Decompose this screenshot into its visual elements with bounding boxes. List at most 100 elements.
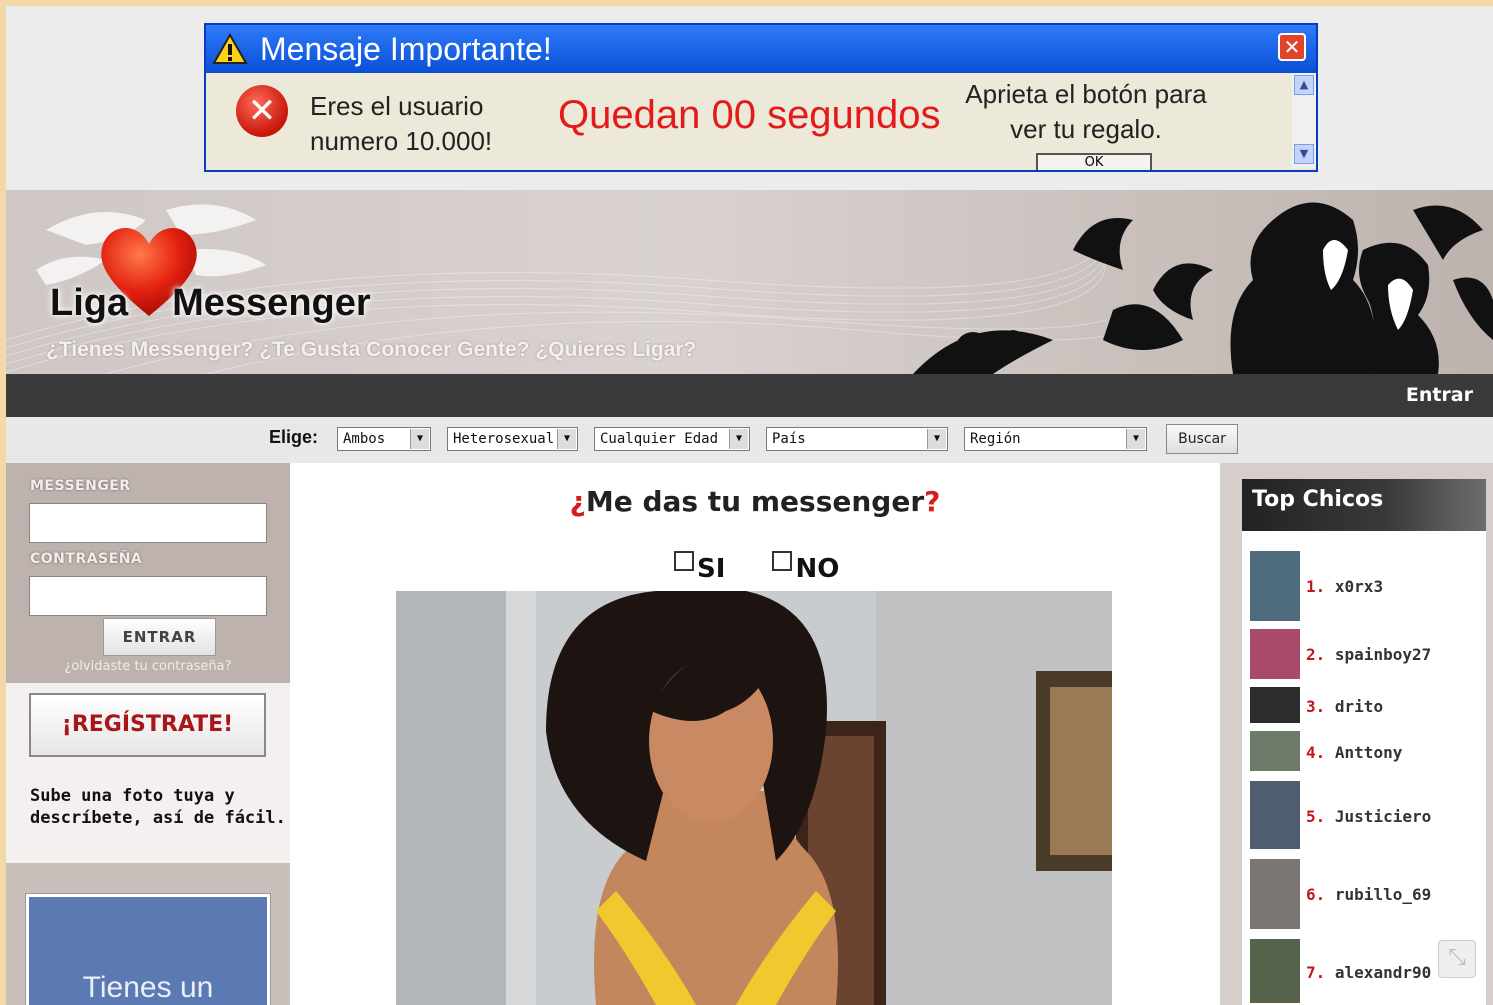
list-item-rank: 5. [1306, 807, 1326, 826]
register-note-line2: descríbete, así de fácil. [30, 808, 286, 828]
profile-photo[interactable] [396, 591, 1112, 1005]
promo-banner[interactable]: Tienes un [26, 894, 270, 1005]
logo-word-liga: Liga [50, 282, 129, 324]
list-item-name: spainboy27 [1334, 645, 1432, 664]
list-item-name: drito [1334, 697, 1384, 716]
list-item-label[interactable]: 1. x0rx3 [1306, 577, 1383, 596]
ad-title-bar: Mensaje Importante! [206, 25, 1316, 73]
ad-message: Eres el usuario numero 10.000! [310, 89, 492, 159]
top-chicos-header: Top Chicos [1242, 479, 1486, 531]
list-item-label[interactable]: 7. alexandr90 [1306, 963, 1431, 982]
avatar[interactable] [1250, 551, 1300, 621]
top-chicos-list: 1. x0rx3 2. spainboy27 3. drito 4. Antto… [1242, 531, 1486, 1005]
list-item-rank: 3. [1306, 697, 1326, 716]
search-button[interactable]: Buscar [1166, 424, 1238, 454]
register-button[interactable]: ¡REGÍSTRATE! [29, 693, 266, 757]
list-item-label[interactable]: 3. drito [1306, 697, 1383, 716]
scroll-down-icon[interactable]: ▼ [1294, 144, 1314, 164]
left-sidebar: MESSENGER CONTRASEÑA ENTRAR ¿olvidaste t… [6, 463, 290, 1005]
list-item-rank: 7. [1306, 963, 1326, 982]
orientation-select-value: Heterosexual [453, 431, 555, 447]
avatar[interactable] [1250, 781, 1300, 849]
list-item-rank: 2. [1306, 645, 1326, 664]
page: Mensaje Importante! ✕ ✕ Eres el usuario … [6, 6, 1493, 1005]
avatar[interactable] [1250, 629, 1300, 679]
list-item-rank: 6. [1306, 885, 1326, 904]
register-note-line1: Sube una foto tuya y [30, 786, 235, 806]
chevron-down-icon[interactable]: ▼ [557, 429, 576, 449]
register-section: ¡REGÍSTRATE! Sube una foto tuya y descrí… [6, 683, 290, 863]
register-note: Sube una foto tuya y descríbete, así de … [30, 785, 286, 829]
profile-photo-image [396, 591, 1112, 1005]
answer-options: SI NO [674, 551, 877, 584]
top-chicos-title: Top Chicos [1252, 487, 1384, 512]
option-yes[interactable]: SI [674, 551, 725, 584]
region-select[interactable]: Región ▼ [964, 427, 1147, 451]
chevron-down-icon[interactable]: ▼ [729, 429, 748, 449]
login-button[interactable]: ENTRAR [103, 618, 216, 656]
gender-select[interactable]: Ambos ▼ [337, 427, 431, 451]
forgot-password-link[interactable]: ¿olvidaste tu contraseña? [6, 659, 290, 674]
question-mark-close: ? [924, 485, 941, 518]
ad-title: Mensaje Importante! [260, 30, 552, 67]
close-icon[interactable]: ✕ [1278, 33, 1306, 61]
age-select-value: Cualquier Edad [600, 431, 719, 447]
search-filters: Elige: Ambos ▼ Heterosexual ▼ Cualquier … [6, 417, 1493, 463]
avatar[interactable] [1250, 939, 1300, 1003]
option-no[interactable]: NO [772, 551, 839, 584]
avatar[interactable] [1250, 687, 1300, 723]
age-select[interactable]: Cualquier Edad ▼ [594, 427, 750, 451]
no-checkbox[interactable] [772, 551, 793, 571]
resize-grip-icon[interactable]: ⤡ [1438, 940, 1476, 978]
country-select[interactable]: País ▼ [766, 427, 948, 451]
question-text: Me das tu messenger [585, 485, 925, 518]
tagline: ¿Tienes Messenger? ¿Te Gusta Conocer Gen… [46, 338, 697, 361]
messenger-input[interactable] [29, 503, 267, 543]
question-mark-open: ¿ [569, 485, 586, 518]
promo-text: Tienes un [82, 971, 214, 1004]
ad-message-line2: numero 10.000! [310, 126, 493, 156]
ad-hint-line2: ver tu regalo. [1010, 114, 1162, 144]
chevron-down-icon[interactable]: ▼ [1126, 429, 1145, 449]
list-item-name: alexandr90 [1334, 963, 1432, 982]
login-form: MESSENGER CONTRASEÑA ENTRAR ¿olvidaste t… [6, 463, 290, 683]
avatar[interactable] [1250, 859, 1300, 929]
yes-checkbox[interactable] [674, 551, 694, 571]
warning-icon [212, 33, 248, 64]
top-nav-bar: Entrar [6, 374, 1493, 417]
ad-scrollbar[interactable]: ▲ ▼ [1292, 73, 1316, 168]
site-header: Liga Messenger ¿Tienes Messenger? ¿Te Gus… [6, 190, 1493, 374]
right-sidebar: Top Chicos 1. x0rx3 2. spainboy27 3. dri… [1220, 463, 1493, 1005]
ad-ok-button[interactable]: OK [1036, 153, 1152, 170]
scroll-up-icon[interactable]: ▲ [1294, 75, 1314, 95]
country-select-value: País [772, 431, 806, 447]
filters-label: Elige: [269, 427, 319, 447]
nav-enter-link[interactable]: Entrar [1406, 384, 1473, 406]
error-icon: ✕ [236, 85, 288, 137]
list-item-name: Justiciero [1334, 807, 1432, 826]
main-content: ¿Me das tu messenger? SI NO [290, 463, 1220, 1005]
ad-countdown: Quedan 00 segundos [558, 93, 941, 137]
messenger-label: MESSENGER [30, 478, 131, 494]
couple-silhouette-decoration [913, 202, 1493, 374]
avatar[interactable] [1250, 731, 1300, 771]
ad-banner[interactable]: Mensaje Importante! ✕ ✕ Eres el usuario … [204, 23, 1318, 172]
option-yes-label: SI [697, 554, 726, 584]
question-heading: ¿Me das tu messenger? [290, 485, 1220, 518]
ad-hint-line1: Aprieta el botón para [965, 79, 1207, 109]
list-item-name: rubillo_69 [1334, 885, 1432, 904]
site-logo[interactable]: Liga Messenger [50, 282, 371, 325]
orientation-select[interactable]: Heterosexual ▼ [447, 427, 578, 451]
region-select-value: Región [970, 431, 1021, 447]
list-item-label[interactable]: 2. spainboy27 [1306, 645, 1431, 664]
password-label: CONTRASEÑA [30, 551, 143, 567]
list-item-label[interactable]: 5. Justiciero [1306, 807, 1431, 826]
logo-word-messenger: Messenger [172, 282, 371, 324]
list-item-label[interactable]: 6. rubillo_69 [1306, 885, 1431, 904]
password-input[interactable] [29, 576, 267, 616]
ad-body: ✕ Eres el usuario numero 10.000! Quedan … [206, 73, 1316, 170]
ad-message-line1: Eres el usuario [310, 91, 484, 121]
list-item-label[interactable]: 4. Anttony [1306, 743, 1402, 762]
chevron-down-icon[interactable]: ▼ [410, 429, 429, 449]
chevron-down-icon[interactable]: ▼ [927, 429, 946, 449]
